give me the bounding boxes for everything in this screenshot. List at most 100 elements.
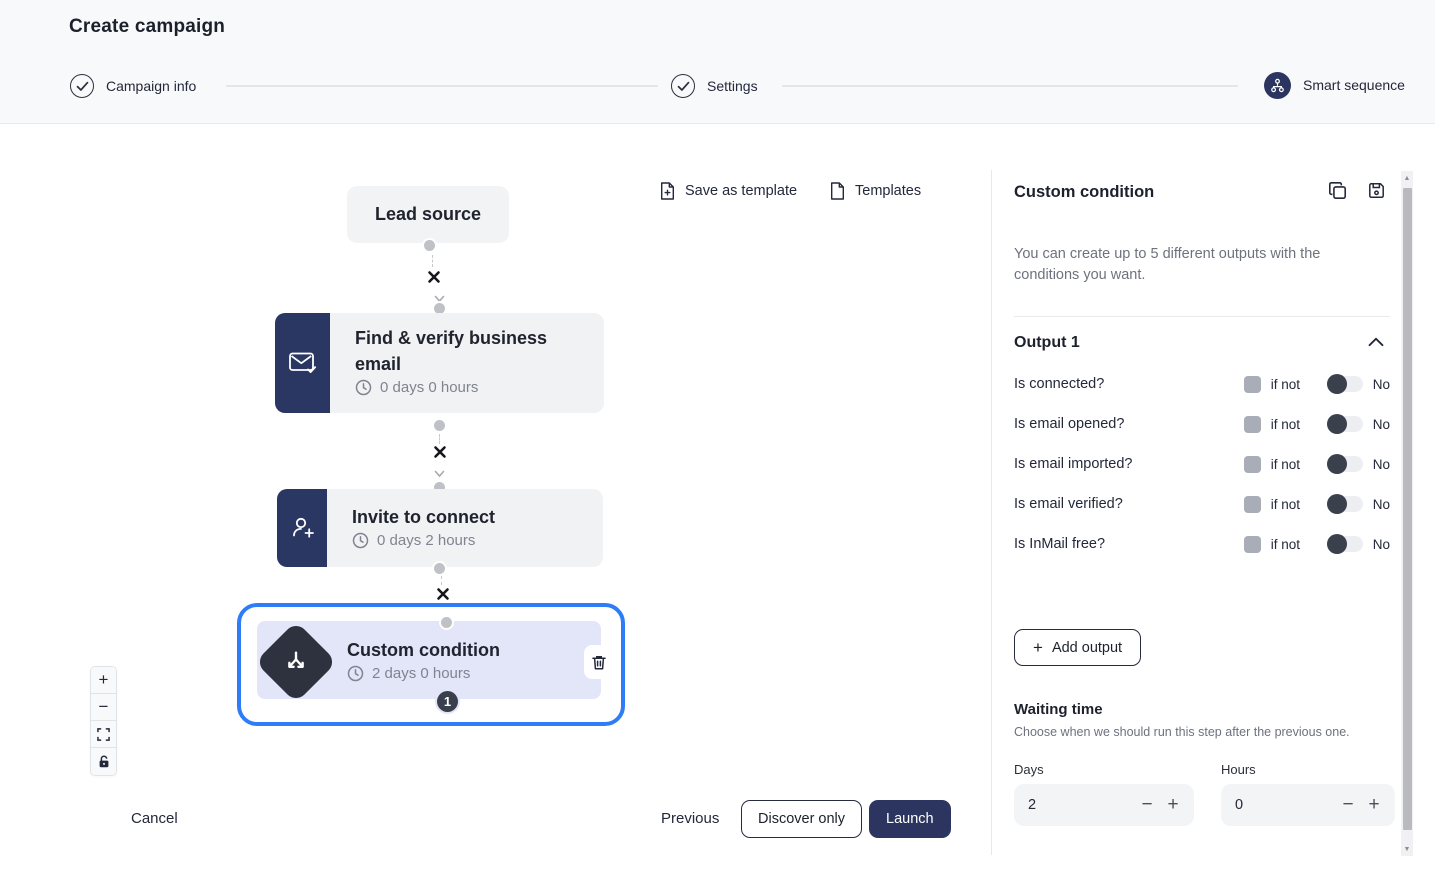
node-delay: 0 days 2 hours [352,532,475,549]
zoom-in-button[interactable]: + [91,667,116,694]
canvas-zoom-controls: + − [90,666,117,776]
duplicate-step-button[interactable] [1328,181,1347,200]
condition-toggle[interactable] [1327,415,1363,433]
connector-dot [434,563,445,574]
file-icon [830,182,845,200]
condition-row: Is connected? if not No [1014,374,1390,394]
scroll-up-arrow[interactable]: ▲ [1401,171,1413,185]
if-not-checkbox[interactable] [1244,536,1261,553]
condition-toggle[interactable] [1327,455,1363,473]
waiting-time-title: Waiting time [1014,701,1103,718]
remove-connection-icon[interactable] [433,445,447,464]
cancel-button[interactable]: Cancel [131,810,178,827]
stepper-step-smart-sequence[interactable]: Smart sequence [1264,72,1405,98]
if-not-checkbox[interactable] [1244,376,1261,393]
remove-connection-icon[interactable] [427,270,441,289]
file-plus-icon [660,182,675,200]
toggle-state-label: No [1373,537,1390,552]
panel-title: Custom condition [1014,183,1154,202]
save-step-button[interactable] [1368,182,1385,199]
condition-label: Is connected? [1014,376,1104,392]
panel-scrollbar[interactable]: ▲ ▼ [1401,171,1413,856]
if-not-checkbox[interactable] [1244,496,1261,513]
connector-dash [439,434,440,444]
connector-dot [434,420,445,431]
plus-icon: + [1033,638,1043,658]
zoom-out-button[interactable]: − [91,694,116,721]
smart-sequence-icon [1264,72,1291,99]
previous-button[interactable]: Previous [661,810,719,827]
node-invite-to-connect[interactable]: Invite to connect 0 days 2 hours [277,489,603,567]
if-not-label: if not [1271,457,1309,472]
if-not-label: if not [1271,377,1309,392]
node-find-verify-email[interactable]: Find & verify business email 0 days 0 ho… [275,313,604,413]
add-output-button[interactable]: + Add output [1014,629,1141,666]
toggle-state-label: No [1373,417,1390,432]
delay-text: 2 days 0 hours [372,665,470,682]
templates-label: Templates [855,183,921,199]
condition-row: Is InMail free? if not No [1014,534,1390,554]
hours-label: Hours [1221,762,1256,777]
clock-icon [355,379,372,396]
delay-text: 0 days 0 hours [380,379,478,396]
check-circle-icon [671,74,695,98]
days-increment-button[interactable]: + [1160,794,1186,816]
node-lead-source[interactable]: Lead source [347,186,509,243]
node-title: Custom condition [347,637,500,663]
hours-decrement-button[interactable]: − [1335,794,1361,816]
clock-icon [347,665,364,682]
stepper-connector [226,85,658,87]
lock-button[interactable] [91,748,116,775]
node-body: Invite to connect 0 days 2 hours [327,489,603,567]
stepper-step-settings[interactable]: Settings [671,73,758,99]
if-not-label: if not [1271,497,1309,512]
condition-label: Is email imported? [1014,456,1132,472]
save-as-template-button[interactable]: Save as template [660,182,797,200]
fit-view-button[interactable] [91,721,116,748]
collapse-output-button[interactable] [1368,337,1384,347]
step-label: Smart sequence [1303,77,1405,93]
output-section-title: Output 1 [1014,334,1080,352]
connector-dot [441,617,452,628]
condition-toggle[interactable] [1327,495,1363,513]
toggle-state-label: No [1373,377,1390,392]
chevron-up-icon [1368,337,1384,347]
if-not-checkbox[interactable] [1244,456,1261,473]
scrollbar-thumb[interactable] [1403,188,1412,830]
minus-icon: − [99,697,109,717]
discover-only-button[interactable]: Discover only [741,800,862,838]
delete-node-button[interactable] [584,645,614,679]
section-divider [1014,316,1390,317]
if-not-checkbox[interactable] [1244,416,1261,433]
node-delay: 0 days 0 hours [355,379,478,396]
trash-icon [591,654,607,671]
templates-button[interactable]: Templates [830,182,921,200]
toggle-state-label: No [1373,457,1390,472]
days-input[interactable] [1014,797,1104,813]
condition-toggle[interactable] [1327,375,1363,393]
launch-button[interactable]: Launch [869,800,951,838]
days-stepper: − + [1014,784,1194,826]
condition-toggle[interactable] [1327,535,1363,553]
condition-label: Is email opened? [1014,416,1124,432]
add-output-label: Add output [1052,640,1122,656]
if-not-label: if not [1271,537,1309,552]
node-title: Lead source [375,204,481,225]
save-as-template-label: Save as template [685,183,797,199]
scroll-down-arrow[interactable]: ▼ [1401,842,1413,856]
condition-row: Is email opened? if not No [1014,414,1390,434]
clock-icon [352,532,369,549]
stepper-step-campaign-info[interactable]: Campaign info [70,73,196,99]
node-title: Invite to connect [352,504,495,530]
copy-icon [1328,181,1347,200]
days-decrement-button[interactable]: − [1134,794,1160,816]
hours-input[interactable] [1221,797,1311,813]
condition-row: Is email verified? if not No [1014,494,1390,514]
hours-stepper: − + [1221,784,1395,826]
save-floppy-icon [1368,182,1385,199]
node-delay: 2 days 0 hours [347,665,470,682]
hours-increment-button[interactable]: + [1361,794,1387,816]
panel-description: You can create up to 5 different outputs… [1014,244,1350,287]
if-not-label: if not [1271,417,1309,432]
person-add-icon [277,489,327,567]
